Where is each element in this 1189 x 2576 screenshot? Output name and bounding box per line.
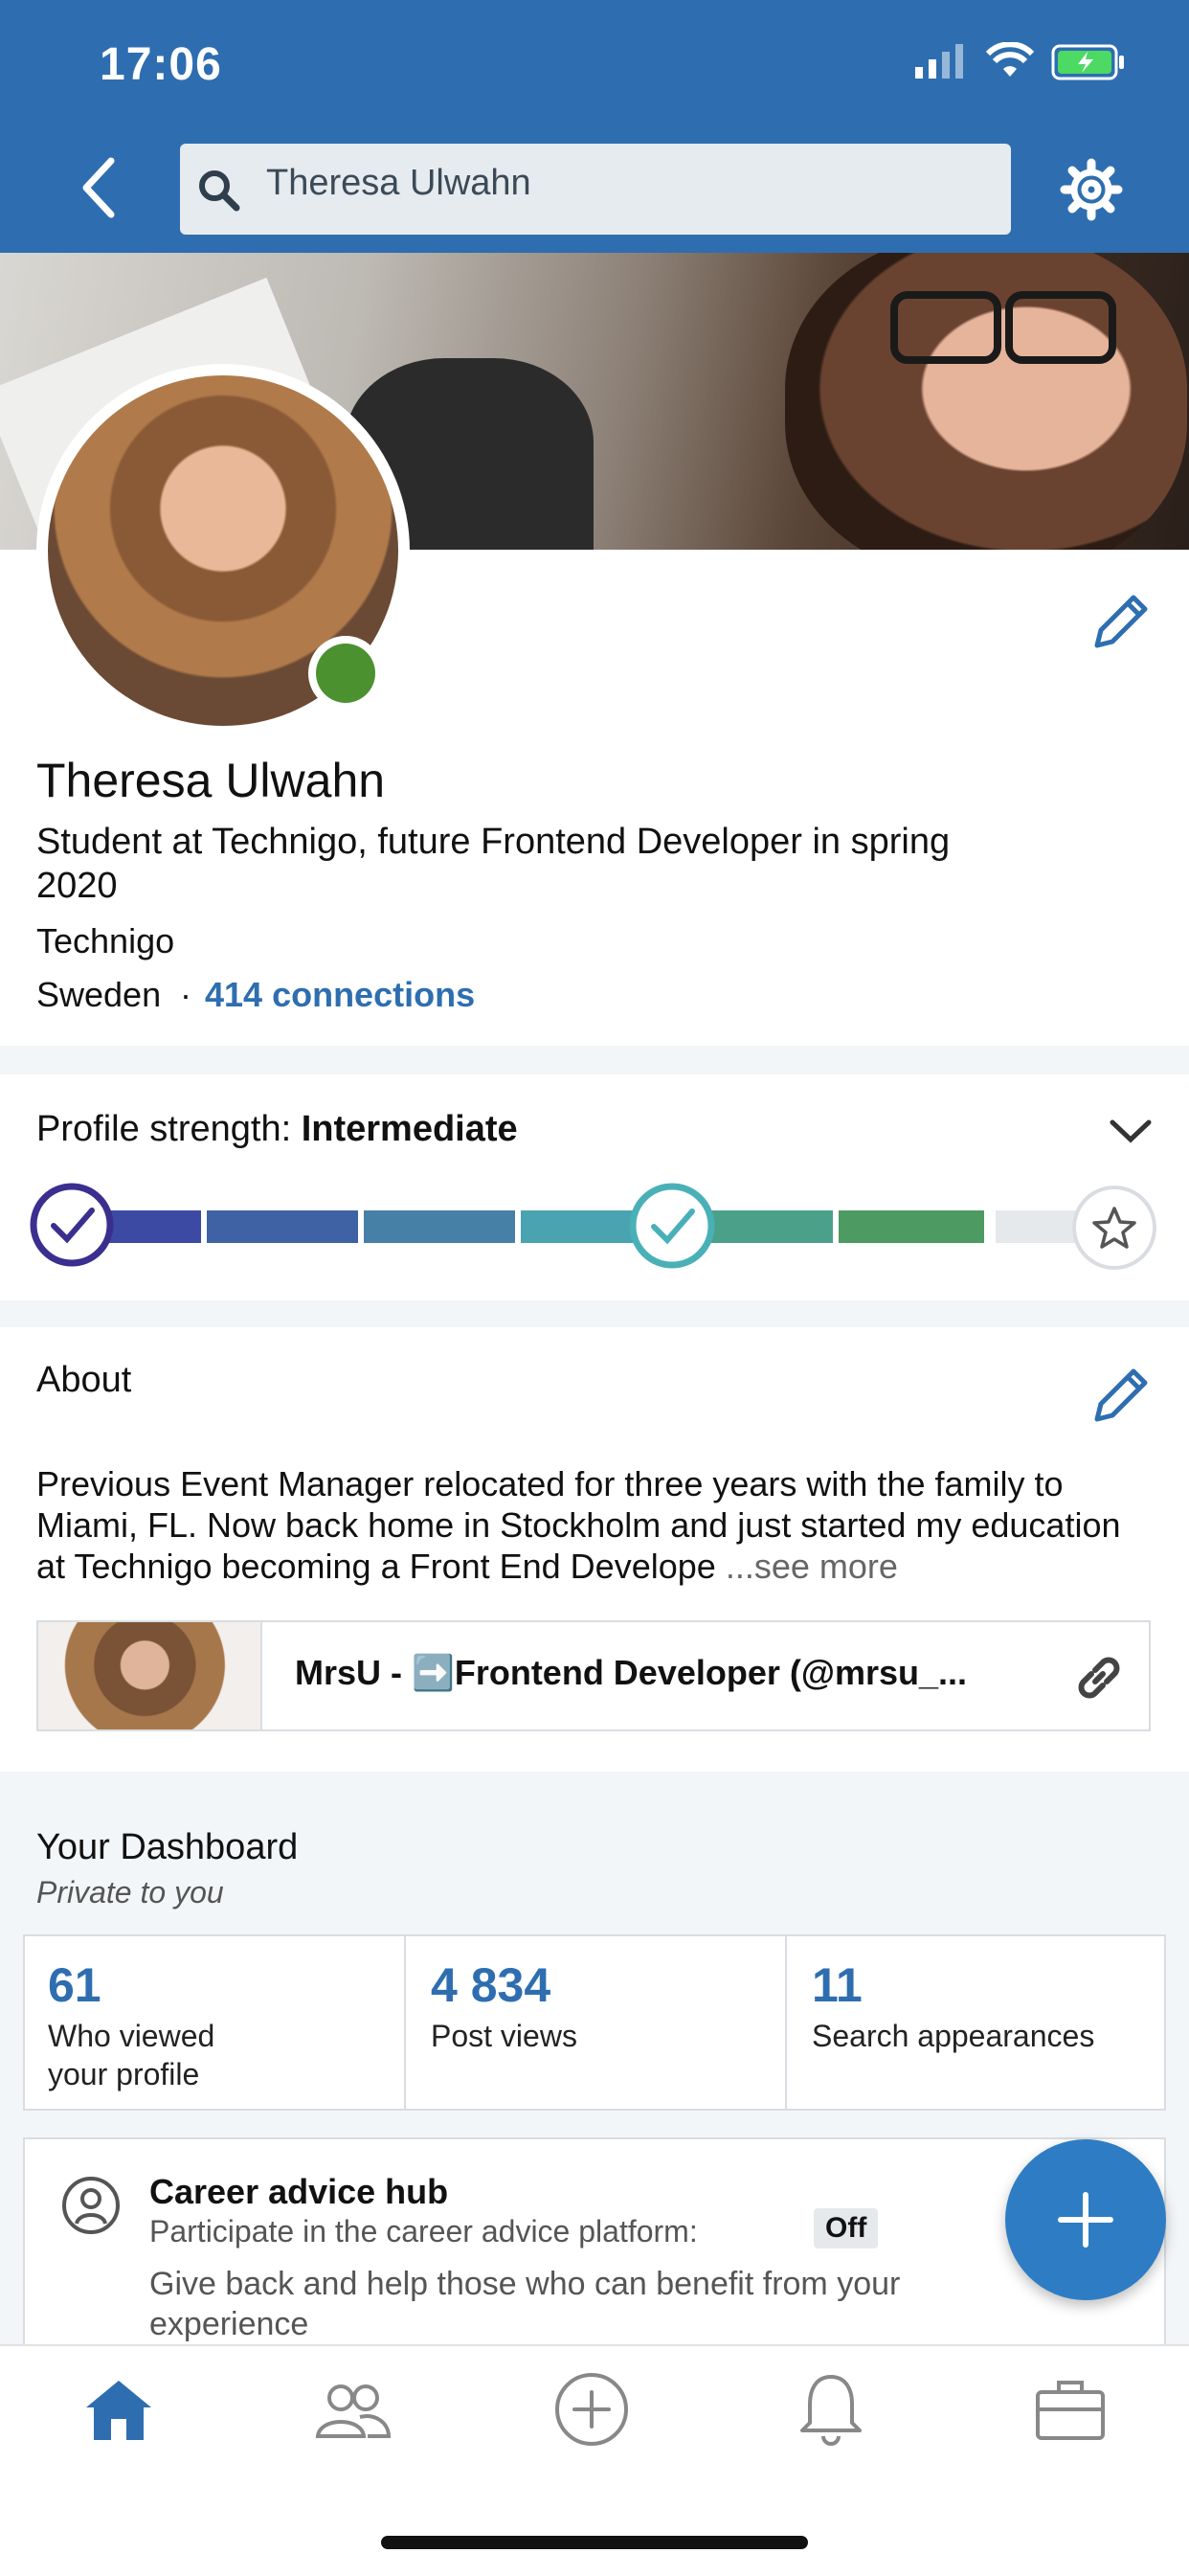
divider bbox=[404, 1936, 406, 2109]
connections-link[interactable]: 414 connections bbox=[205, 975, 475, 1015]
status-time: 17:06 bbox=[100, 39, 222, 90]
about-text: Previous Event Manager relocated for thr… bbox=[36, 1463, 1156, 1587]
notifications-icon[interactable] bbox=[791, 2369, 871, 2450]
profile-name: Theresa Ulwahn bbox=[36, 754, 386, 807]
post-views-label[interactable]: Post views bbox=[431, 2017, 756, 2055]
online-status-dot bbox=[316, 644, 375, 703]
post-icon[interactable] bbox=[551, 2369, 632, 2450]
edit-pencil-icon[interactable] bbox=[1088, 590, 1153, 655]
profile-location: Sweden bbox=[36, 975, 162, 1014]
strength-label-text: Profile strength: bbox=[36, 1109, 292, 1149]
plus-icon bbox=[1058, 2192, 1113, 2248]
search-appearances-label[interactable]: Search appearances bbox=[812, 2017, 1156, 2055]
media-title: MrsU - ➡️Frontend Developer (@mrsu_... bbox=[295, 1653, 968, 1692]
about-title: About bbox=[36, 1360, 132, 1400]
strength-segment bbox=[364, 1210, 515, 1243]
home-icon[interactable] bbox=[79, 2369, 159, 2450]
career-description: Give back and help those who can benefit… bbox=[149, 2266, 901, 2342]
dashboard-title: Your Dashboard bbox=[36, 1827, 299, 1867]
jobs-icon[interactable] bbox=[1030, 2369, 1110, 2450]
network-icon[interactable] bbox=[312, 2369, 393, 2450]
search-input[interactable]: Theresa Ulwahn bbox=[266, 163, 531, 204]
star-icon bbox=[1072, 1186, 1156, 1270]
search-appearances-count[interactable]: 11 bbox=[812, 1957, 863, 2013]
back-chevron-icon[interactable] bbox=[79, 157, 117, 218]
profile-views-count[interactable]: 61 bbox=[48, 1957, 101, 2013]
divider bbox=[260, 1622, 262, 1729]
profile-company: Technigo bbox=[36, 921, 175, 960]
strength-segment bbox=[521, 1210, 636, 1243]
profile-views-label[interactable]: Who viewed your profile bbox=[48, 2017, 278, 2093]
career-hub-icon bbox=[62, 2177, 120, 2234]
separator-dot: · bbox=[180, 975, 191, 1014]
profile-strength-label: Profile strength: Intermediate bbox=[36, 1109, 518, 1150]
chevron-down-icon[interactable] bbox=[1109, 1119, 1153, 1145]
wifi-icon bbox=[986, 42, 1034, 77]
check-icon bbox=[30, 1183, 114, 1267]
post-views-count[interactable]: 4 834 bbox=[431, 1957, 550, 2013]
gear-icon[interactable] bbox=[1059, 157, 1124, 222]
strength-segment bbox=[207, 1210, 358, 1243]
about-body: Previous Event Manager relocated for thr… bbox=[36, 1464, 1121, 1586]
strength-level: Intermediate bbox=[301, 1109, 518, 1149]
strength-segment bbox=[839, 1210, 984, 1243]
career-hub-title: Career advice hub bbox=[149, 2172, 449, 2211]
signal-icon bbox=[915, 44, 963, 79]
check-icon bbox=[629, 1183, 715, 1269]
media-thumbnail bbox=[38, 1622, 260, 1729]
see-more-link[interactable]: ...see more bbox=[726, 1547, 898, 1586]
home-indicator bbox=[381, 2536, 808, 2549]
edit-pencil-icon[interactable] bbox=[1088, 1364, 1153, 1429]
strength-segment bbox=[708, 1210, 833, 1243]
battery-icon bbox=[1051, 44, 1124, 80]
profile-headline: Student at Technigo, future Frontend Dev… bbox=[36, 822, 951, 906]
career-participate-text: Participate in the career advice platfor… bbox=[149, 2214, 698, 2248]
dashboard-subtitle: Private to you bbox=[36, 1875, 224, 1909]
search-icon bbox=[199, 170, 240, 212]
status-badge[interactable]: Off bbox=[814, 2208, 879, 2248]
divider bbox=[785, 1936, 787, 2109]
link-icon[interactable] bbox=[1070, 1649, 1128, 1706]
